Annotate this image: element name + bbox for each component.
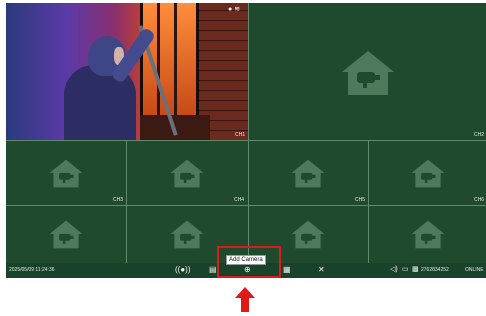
camera-tile-row3-1[interactable] [6, 206, 126, 263]
camera-tile-ch3[interactable]: CH3 [6, 141, 126, 205]
channel-label-ch5: CH5 [354, 197, 365, 203]
chat-icon[interactable]: ▭ [402, 266, 409, 274]
highlight-box [217, 246, 281, 278]
calendar-icon[interactable]: ▤ [209, 266, 217, 274]
datetime-display: 2025/05/09 11:24:36 [9, 267, 55, 273]
wifi-icon: ≋ [234, 6, 243, 13]
camera-tile-ch5[interactable]: CH5 [248, 141, 368, 205]
grid-divider [248, 3, 249, 263]
camera-house-icon [411, 220, 445, 249]
camera-tile-ch2[interactable]: CH2 [248, 3, 486, 140]
connection-status: ONLINE [465, 267, 484, 273]
grid-divider [368, 140, 369, 263]
channel-label-ch2: CH2 [473, 132, 484, 138]
qr-code-icon[interactable]: ▩ [412, 266, 419, 274]
nvr-screen: ●≋ CH1 CH2 CH3 CH4 CH5 CH6 2025/05/09 11… [6, 3, 486, 278]
grid-divider [6, 140, 486, 141]
camera-house-icon [170, 159, 204, 188]
camera-house-icon [291, 159, 325, 188]
channel-label-ch4: CH4 [233, 197, 244, 203]
camera-house-icon [411, 159, 445, 188]
channel-label-ch3: CH3 [112, 197, 123, 203]
live-camera-feed-ch1[interactable]: ●≋ CH1 [6, 3, 248, 140]
camera-tile-ch4[interactable]: CH4 [127, 141, 247, 205]
camera-house-icon [291, 220, 325, 249]
camera-house-icon [170, 220, 204, 249]
grid-divider [126, 140, 127, 263]
channel-label-ch1: CH1 [234, 132, 245, 138]
camera-tile-row3-4[interactable] [369, 206, 486, 263]
red-arrow-icon [235, 287, 255, 312]
settings-tools-icon[interactable]: ✕ [318, 266, 325, 274]
volume-icon[interactable]: ◁) [390, 266, 398, 274]
camera-house-icon [49, 220, 83, 249]
camera-tile-ch6[interactable]: CH6 [369, 141, 486, 205]
feed-status-icons: ●≋ [228, 5, 242, 13]
grid-divider [6, 205, 486, 206]
camera-house-icon [342, 51, 394, 95]
channel-label-ch6: CH6 [473, 197, 484, 203]
record-icon[interactable]: ((●)) [175, 266, 191, 274]
device-serial: 2762834252 [421, 267, 449, 273]
camera-house-icon [49, 159, 83, 188]
grid-layout-icon[interactable]: ▦ [283, 266, 291, 274]
